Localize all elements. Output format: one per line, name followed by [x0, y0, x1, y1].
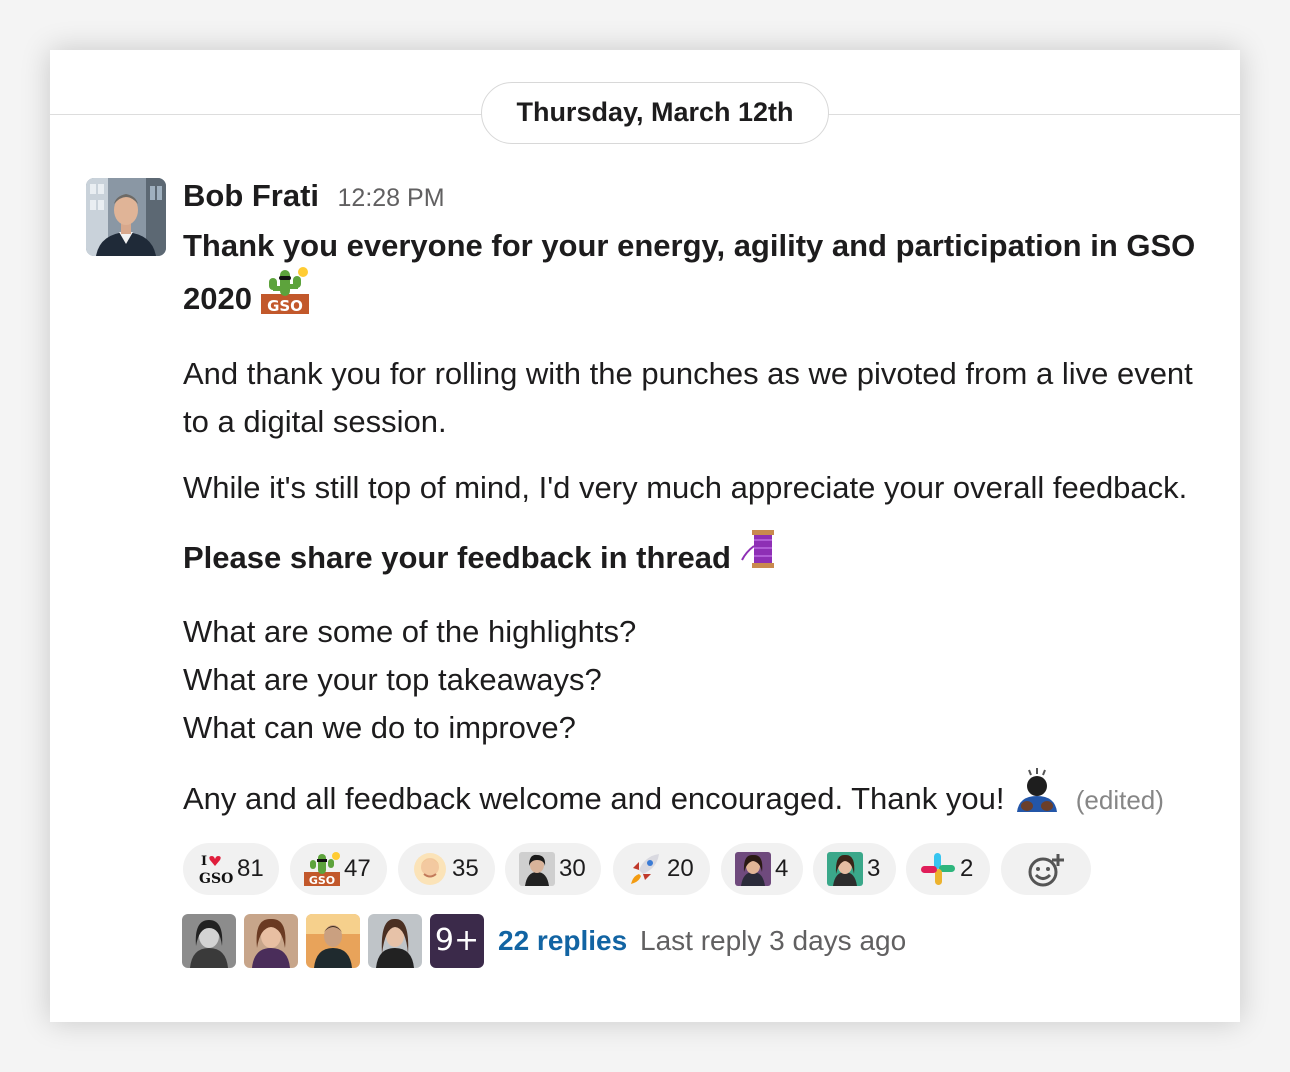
- message-timestamp[interactable]: 12:28 PM: [338, 184, 445, 212]
- sender-name[interactable]: Bob Frati: [183, 178, 319, 213]
- message-paragraph: Any and all feedback welcome and encoura…: [183, 768, 1213, 832]
- last-reply-text: Last reply 3 days ago: [640, 925, 907, 956]
- add-reaction-icon: [1027, 852, 1067, 893]
- person-photo-icon: [519, 852, 555, 886]
- reaction-count: 3: [867, 855, 881, 882]
- message-paragraph: And thank you for rolling with the punch…: [183, 356, 1193, 439]
- reaction-count: 20: [667, 855, 694, 882]
- edited-label: (edited): [1075, 785, 1164, 816]
- reply-avatar: [182, 914, 236, 968]
- svg-text:GSO: GSO: [199, 871, 233, 886]
- person-photo-icon: [827, 852, 863, 886]
- svg-text:I: I: [201, 854, 207, 869]
- reaction-count: 35: [452, 855, 479, 882]
- svg-text:GSO: GSO: [309, 874, 335, 886]
- reaction-pill[interactable]: 4: [721, 843, 803, 895]
- message-paragraph: Please share your feedback in thread: [183, 530, 1213, 590]
- svg-text:GSO: GSO: [267, 297, 303, 314]
- rocket-icon: [627, 852, 663, 886]
- face-avatar-icon: [412, 852, 448, 886]
- date-divider[interactable]: Thursday, March 12th: [481, 82, 829, 144]
- message-paragraph: What are some of the highlights? What ar…: [183, 608, 1213, 752]
- reaction-count: 2: [960, 855, 974, 882]
- more-repliers-badge: 9+: [430, 914, 484, 968]
- reaction-pill[interactable]: 2: [906, 843, 990, 895]
- message-card: Thursday, March 12th Bob Frati 12:28 PM …: [50, 50, 1240, 1022]
- reply-avatar: [306, 914, 360, 968]
- reaction-pill[interactable]: 30: [505, 843, 601, 895]
- message-line: What can we do to improve?: [183, 710, 576, 745]
- reaction-pill[interactable]: 20: [613, 843, 710, 895]
- reaction-count: 4: [775, 855, 789, 882]
- message-paragraph: Thank you everyone for your energy, agil…: [183, 222, 1213, 332]
- gso-cactus-icon: GSO: [304, 852, 340, 887]
- thread-spool-icon: [740, 526, 786, 586]
- reply-avatar: [244, 914, 298, 968]
- slack-logo-icon: [920, 852, 956, 886]
- reaction-count: 30: [559, 855, 586, 882]
- message-text: Please share your feedback in thread: [183, 540, 731, 576]
- reaction-pill[interactable]: I GSO 81: [183, 843, 279, 895]
- add-reaction-button[interactable]: [1001, 843, 1091, 895]
- i-love-gso-icon: I GSO: [197, 852, 233, 887]
- reaction-count: 47: [344, 855, 371, 882]
- message-text: Any and all feedback welcome and encoura…: [183, 781, 1005, 817]
- bowing-person-icon: [1013, 766, 1061, 828]
- message-text: Thank you everyone for your energy, agil…: [183, 228, 1196, 317]
- reaction-pill[interactable]: 3: [813, 843, 896, 895]
- message-line: What are some of the highlights?: [183, 614, 637, 649]
- person-photo-icon: [735, 852, 771, 886]
- message-header: Bob Frati 12:28 PM: [183, 170, 1213, 222]
- reaction-count: 81: [237, 855, 264, 882]
- reaction-pill[interactable]: 35: [398, 843, 495, 895]
- replies-link[interactable]: 22 replies: [498, 914, 627, 968]
- message-paragraph: While it's still top of mind, I'd very m…: [183, 470, 1188, 505]
- reaction-pill[interactable]: GSO 47: [290, 843, 387, 895]
- message-body: Bob Frati 12:28 PM Thank you everyone fo…: [183, 170, 1213, 832]
- message-line: What are your top takeaways?: [183, 662, 602, 697]
- reply-avatar: [368, 914, 422, 968]
- gso-cactus-icon: GSO: [260, 266, 309, 328]
- avatar[interactable]: [86, 178, 166, 256]
